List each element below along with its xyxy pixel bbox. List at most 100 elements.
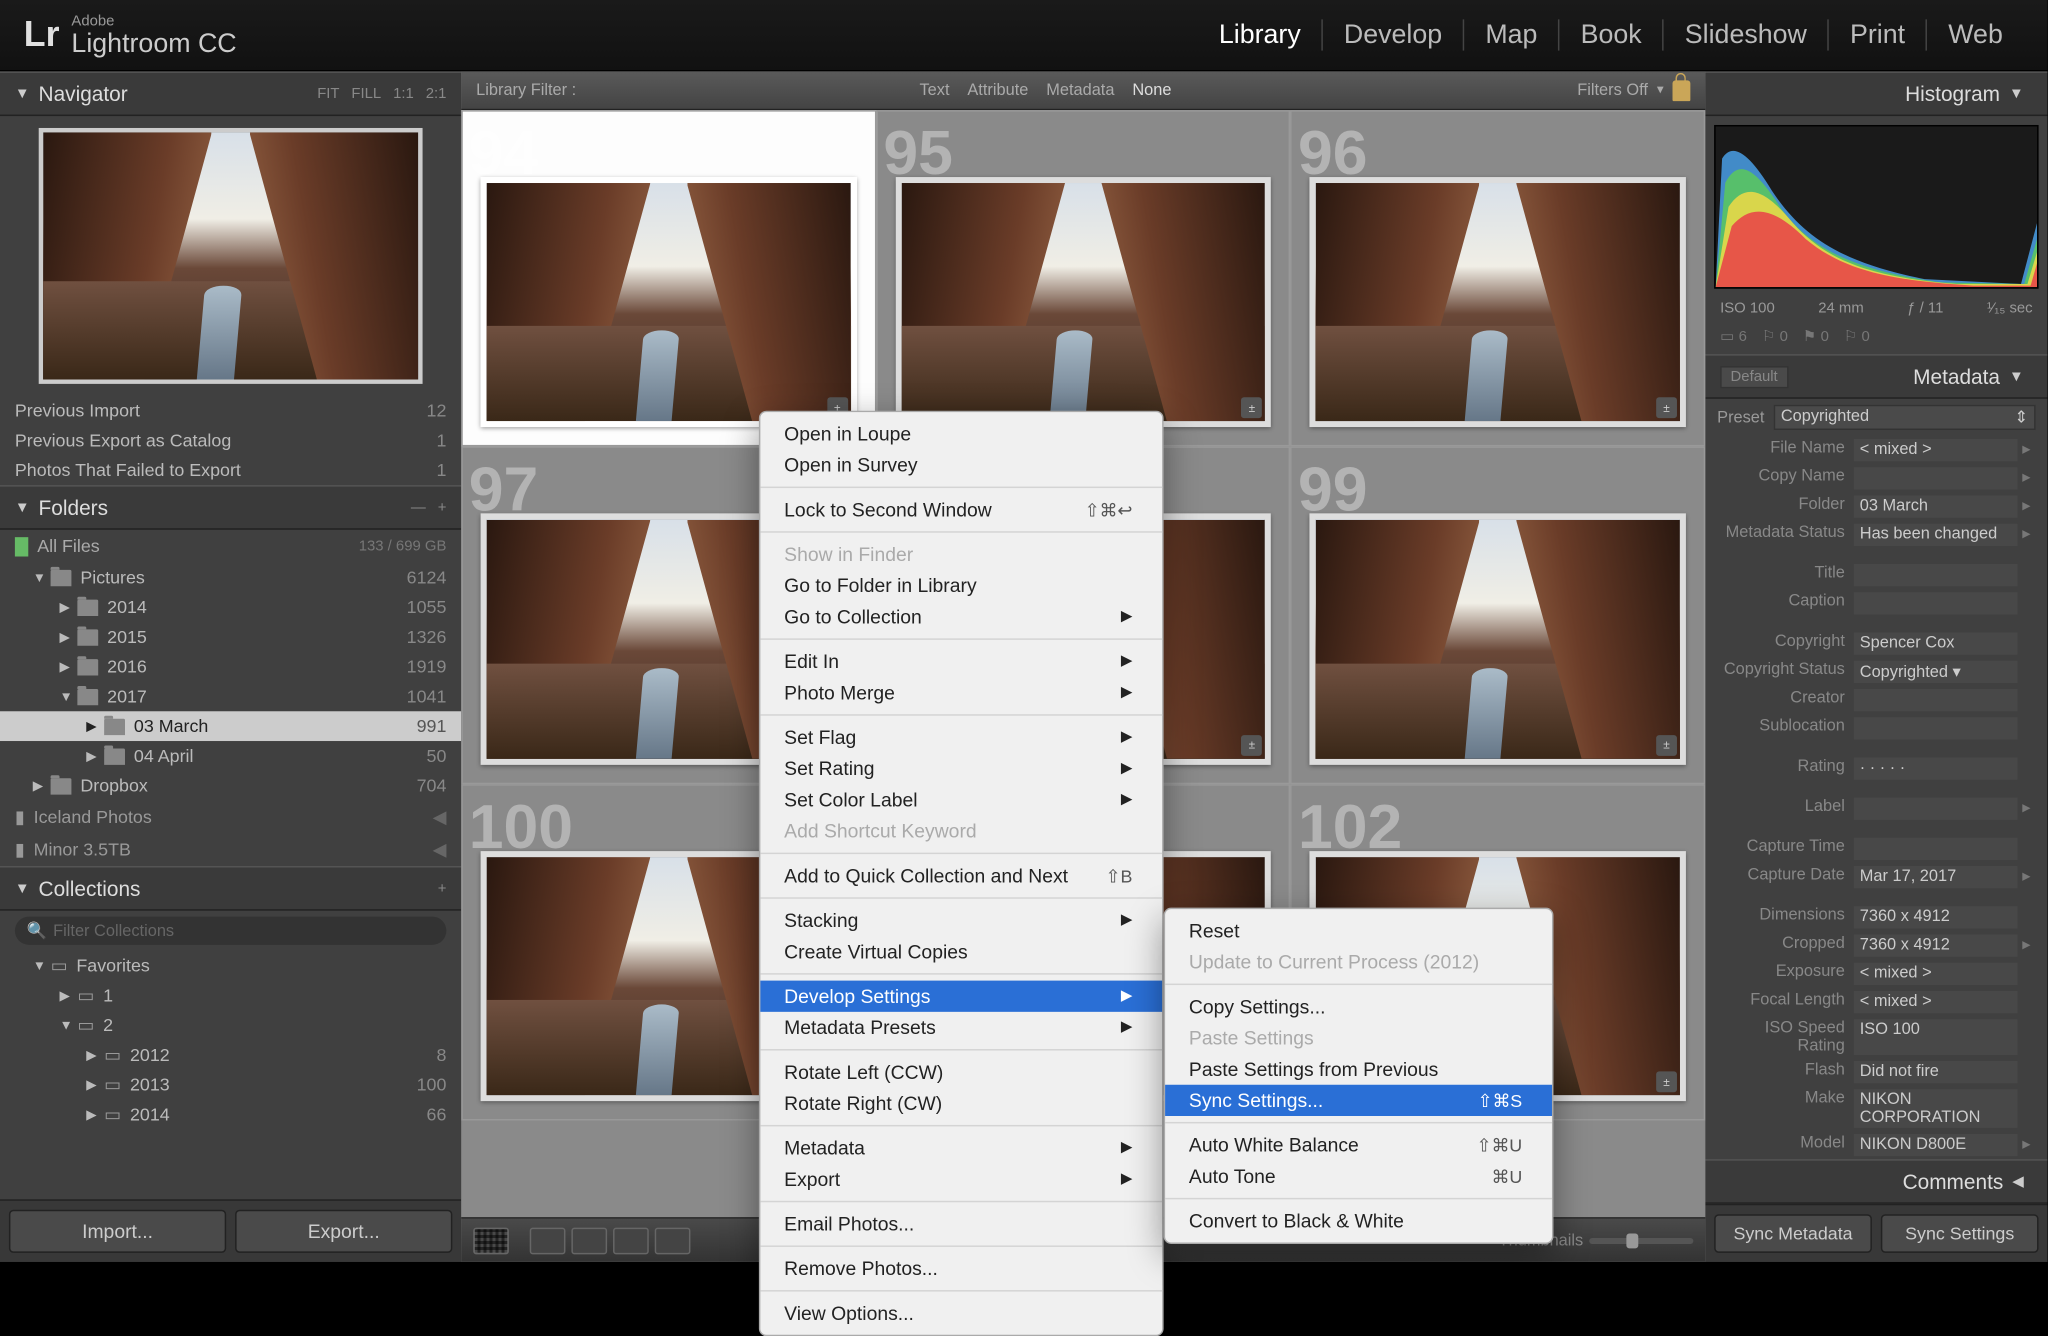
histogram-header[interactable]: Histogram ▼ [1705,71,2047,116]
module-library[interactable]: Library [1198,19,1323,50]
thumbnail-size-slider[interactable] [1589,1237,1693,1243]
module-book[interactable]: Book [1560,19,1664,50]
module-map[interactable]: Map [1464,19,1559,50]
menu-item[interactable]: Open in Loupe [760,418,1162,449]
grid-cell[interactable]: 99± [1291,447,1706,784]
menu-item[interactable]: Create Virtual Copies [760,936,1162,967]
nav-zoom-FIT[interactable]: FIT [317,86,339,102]
menu-item[interactable]: Email Photos... [760,1208,1162,1239]
menu-item[interactable]: Metadata▶ [760,1132,1162,1163]
navigator-preview[interactable] [0,116,461,396]
metadata-row[interactable]: Creator [1705,686,2047,714]
navigator-header[interactable]: ▼ Navigator FITFILL1:12:1 [0,71,461,116]
menu-item[interactable]: Photo Merge▶ [760,677,1162,708]
folder-item[interactable]: ▶04 April50 [0,741,461,771]
folder-item[interactable]: ▶Dropbox704 [0,771,461,801]
metadata-row[interactable]: Dimensions7360 x 4912 [1705,903,2047,931]
sync-settings-button[interactable]: Sync Settings [1881,1214,2039,1253]
grid-view-button[interactable] [473,1227,509,1254]
nav-zoom-1-1[interactable]: 1:1 [393,86,414,102]
metadata-row[interactable]: Caption [1705,589,2047,617]
catalog-item[interactable]: Previous Import12 [0,396,461,426]
metadata-row[interactable]: FlashDid not fire [1705,1058,2047,1086]
menu-item[interactable]: Develop Settings▶ [760,981,1162,1012]
folders-header[interactable]: ▼ Folders —+ [0,485,461,530]
menu-item[interactable]: Auto Tone⌘U [1165,1161,1552,1192]
module-web[interactable]: Web [1927,19,2023,50]
import-button[interactable]: Import... [9,1210,226,1253]
people-view-button[interactable] [655,1227,691,1254]
add-icon[interactable]: + [438,499,447,515]
folder-item[interactable]: ▼20171041 [0,682,461,712]
menu-item[interactable]: Rotate Left (CCW) [760,1056,1162,1087]
catalog-item[interactable]: Previous Export as Catalog1 [0,426,461,456]
metadata-header[interactable]: Default Metadata ▼ [1705,354,2047,399]
loupe-view-button[interactable] [530,1227,566,1254]
volume-row[interactable]: ▮Minor 3.5TB◀ [0,833,461,866]
filter-tab-attribute[interactable]: Attribute [967,81,1028,99]
volume-row[interactable]: All Files 133 / 699 GB [0,530,461,563]
catalog-item[interactable]: Photos That Failed to Export1 [0,455,461,485]
menu-item[interactable]: Reset [1165,915,1552,946]
module-slideshow[interactable]: Slideshow [1664,19,1829,50]
volume-row[interactable]: ▮Iceland Photos◀ [0,801,461,834]
metadata-row[interactable]: Title [1705,561,2047,589]
metadata-row[interactable]: ModelNIKON D800E▸ [1705,1131,2047,1159]
menu-item[interactable]: Set Flag▶ [760,722,1162,753]
menu-item[interactable]: Add to Quick Collection and Next⇧B [760,860,1162,891]
menu-item[interactable]: Paste Settings from Previous [1165,1054,1552,1085]
menu-item[interactable]: Remove Photos... [760,1253,1162,1284]
metadata-row[interactable]: Copy Name▸ [1705,464,2047,492]
menu-item[interactable]: Export▶ [760,1164,1162,1195]
chevron-down-icon[interactable]: ▾ [1657,82,1664,98]
metadata-row[interactable]: File Name< mixed >▸ [1705,436,2047,464]
menu-item[interactable]: Edit In▶ [760,646,1162,677]
metadata-row[interactable]: Sublocation [1705,714,2047,742]
folder-item[interactable]: ▶20141055 [0,592,461,622]
survey-view-button[interactable] [613,1227,649,1254]
menu-item[interactable]: Set Rating▶ [760,753,1162,784]
sync-metadata-button[interactable]: Sync Metadata [1714,1214,1872,1253]
metadata-row[interactable]: Rating· · · · · [1705,754,2047,782]
metadata-row[interactable]: CopyrightSpencer Cox [1705,629,2047,657]
grid-cell[interactable]: 95± [876,110,1291,447]
folder-item[interactable]: ▶03 March991 [0,711,461,741]
filter-tab-metadata[interactable]: Metadata [1046,81,1114,99]
add-icon[interactable]: + [438,880,447,896]
collection-item[interactable]: ▼▭Favorites [0,951,461,981]
menu-item[interactable]: Copy Settings... [1165,991,1552,1022]
metadata-set-select[interactable]: Default [1720,365,1788,387]
menu-item[interactable]: Set Color Label▶ [760,784,1162,815]
menu-item[interactable]: Lock to Second Window⇧⌘↩ [760,494,1162,525]
menu-item[interactable]: Sync Settings...⇧⌘S [1165,1085,1552,1116]
menu-item[interactable]: View Options... [760,1298,1162,1329]
collections-header[interactable]: ▼ Collections + [0,866,461,911]
filters-off-toggle[interactable]: Filters Off [1577,81,1648,99]
filter-tab-text[interactable]: Text [919,81,949,99]
export-button[interactable]: Export... [235,1210,452,1253]
menu-item[interactable]: Rotate Right (CW) [760,1088,1162,1119]
metadata-row[interactable]: MakeNIKON CORPORATION [1705,1086,2047,1131]
metadata-row[interactable]: Capture DateMar 17, 2017▸ [1705,863,2047,891]
lock-icon[interactable] [1672,80,1690,101]
folder-item[interactable]: ▶20161919 [0,652,461,682]
metadata-row[interactable]: Exposure< mixed > [1705,960,2047,988]
metadata-row[interactable]: Folder03 March▸ [1705,493,2047,521]
folder-item[interactable]: ▼Pictures6124 [0,562,461,592]
comments-header[interactable]: Comments ◀ [1705,1159,2047,1204]
menu-item[interactable]: Go to Folder in Library [760,570,1162,601]
histogram[interactable] [1714,125,2038,289]
metadata-row[interactable]: Capture Time [1705,835,2047,863]
menu-item[interactable]: Convert to Black & White [1165,1205,1552,1236]
module-print[interactable]: Print [1829,19,1927,50]
grid-cell[interactable]: 96± [1291,110,1706,447]
metadata-preset-select[interactable]: Copyrighted⇕ [1773,405,2035,430]
metadata-row[interactable]: Focal Length< mixed > [1705,988,2047,1016]
metadata-row[interactable]: Cropped7360 x 4912▸ [1705,931,2047,959]
collection-item[interactable]: ▶▭20128 [0,1040,461,1070]
menu-item[interactable]: Metadata Presets▶ [760,1012,1162,1043]
collections-search[interactable]: 🔍 Filter Collections [15,917,447,945]
module-develop[interactable]: Develop [1323,19,1464,50]
collection-item[interactable]: ▶▭2013100 [0,1070,461,1100]
menu-item[interactable]: Auto White Balance⇧⌘U [1165,1129,1552,1160]
